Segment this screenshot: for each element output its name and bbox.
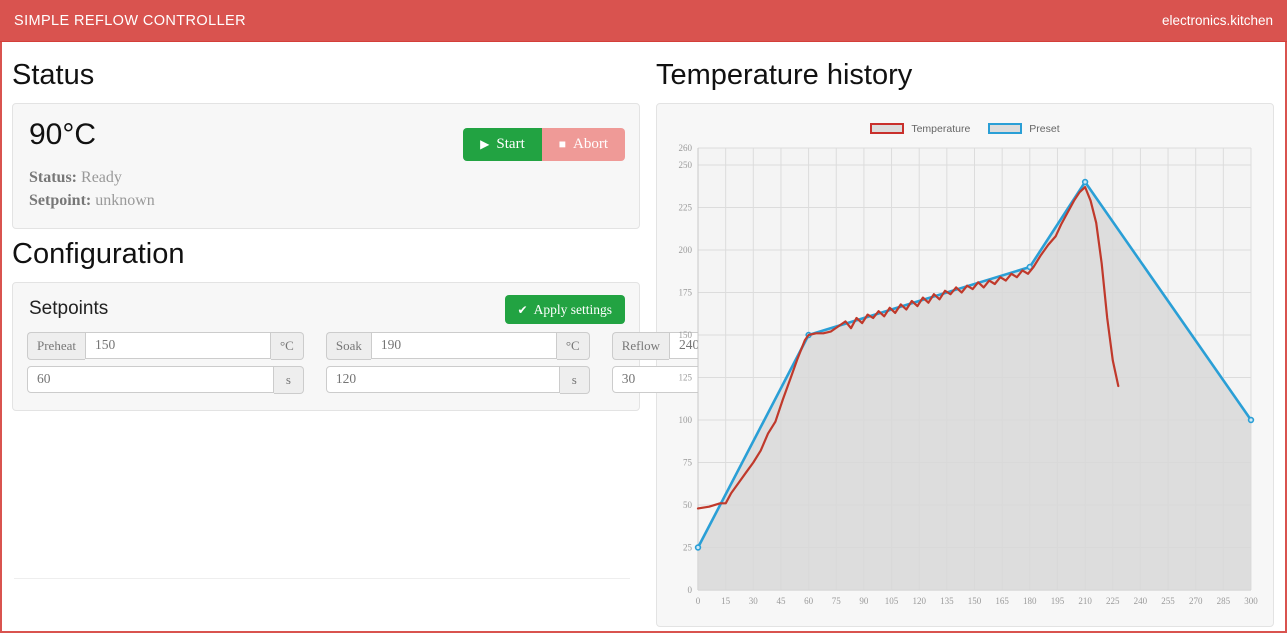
soak-time-input[interactable] xyxy=(325,365,560,393)
status-label: Status: xyxy=(29,168,78,186)
preheat-temp-group: Preheat °C xyxy=(27,331,304,360)
navbar-site-name[interactable]: electronics.kitchen xyxy=(1162,13,1273,28)
status-panel: 90°C Status: Ready Setpoint: unknown ▶ S… xyxy=(12,102,640,229)
check-icon: ✔ xyxy=(517,302,528,317)
chart-canvas-wrapper[interactable]: 0 25 50 75 100 125 150 175 200 225 250 260 0 15 30 45 60… xyxy=(665,140,1265,620)
configuration-heading: Configuration xyxy=(12,237,185,270)
y-axis-tick-label: 25 xyxy=(683,542,693,552)
right-column: Temperature history Temperature Preset 0… xyxy=(652,42,1286,631)
y-axis-tick-label: 0 xyxy=(688,585,693,595)
stop-icon: ■ xyxy=(558,137,566,152)
x-axis-tick-label: 0 xyxy=(696,596,701,606)
soak-label: Soak xyxy=(325,331,371,360)
status-line: Status: Ready xyxy=(29,166,625,189)
y-axis-tick-label: 125 xyxy=(679,372,693,382)
setpoint-value: unknown xyxy=(95,192,155,210)
legend-swatch-temperature xyxy=(870,123,905,135)
left-column: Status 90°C Status: Ready Setpoint: unkn… xyxy=(2,42,888,631)
chart-heading: Temperature history xyxy=(656,59,913,91)
series-point-preset xyxy=(1081,178,1089,186)
y-axis-tick-label: 75 xyxy=(683,457,693,467)
setpoint-group-soak: Soak °C s xyxy=(325,331,590,394)
chart-legend: Temperature Preset xyxy=(665,118,1265,140)
y-axis-tick-label: 250 xyxy=(679,160,693,170)
abort-button[interactable]: ■ Abort xyxy=(541,127,625,161)
x-axis-tick-label: 285 xyxy=(1217,596,1231,606)
configuration-panel: Setpoints ✔ Apply settings Preheat °C s xyxy=(12,281,888,411)
soak-time-group: s xyxy=(325,365,590,394)
legend-item-preset[interactable]: Preset xyxy=(988,122,1060,135)
y-axis-tick-label: 175 xyxy=(679,287,693,297)
series-point-preset xyxy=(1247,416,1255,424)
abort-button-label: Abort xyxy=(573,135,608,152)
x-axis-tick-label: 270 xyxy=(1189,596,1203,606)
x-axis-tick-label: 225 xyxy=(1106,596,1120,606)
chart-panel: Temperature Preset 0 25 50 75 100 125 150 175 20… xyxy=(656,102,1274,627)
preheat-label: Preheat xyxy=(27,331,85,360)
x-axis-tick-label: 90 xyxy=(859,596,869,606)
x-axis-tick-label: 45 xyxy=(776,596,786,606)
temperature-history-chart[interactable]: 0 25 50 75 100 125 150 175 200 225 250 260 0 15 30 45 60… xyxy=(665,140,1265,620)
y-axis-tick-label: 50 xyxy=(683,500,693,510)
legend-swatch-preset xyxy=(988,123,1023,135)
legend-label-temperature: Temperature xyxy=(911,122,971,135)
apply-settings-label: Apply settings xyxy=(533,301,612,317)
setpoint-line: Setpoint: unknown xyxy=(29,189,625,212)
y-axis-tick-label: 200 xyxy=(679,245,693,255)
legend-item-temperature[interactable]: Temperature xyxy=(870,123,970,135)
y-axis-tick-label: 225 xyxy=(679,202,693,212)
page-frame: Status 90°C Status: Ready Setpoint: unkn… xyxy=(0,42,1287,633)
navbar: SIMPLE REFLOW CONTROLLER electronics.kit… xyxy=(0,0,1287,42)
x-axis-tick-label: 75 xyxy=(832,596,842,606)
start-button-label: Start xyxy=(496,135,525,152)
x-axis-tick-label: 165 xyxy=(995,596,1009,606)
x-axis-tick-label: 300 xyxy=(1244,596,1258,606)
x-axis-tick-label: 180 xyxy=(1023,596,1037,606)
preheat-temp-unit: °C xyxy=(270,331,304,360)
soak-time-unit: s xyxy=(559,365,590,394)
y-axis-tick-label: 260 xyxy=(679,143,693,153)
play-icon: ▶ xyxy=(480,137,490,152)
x-axis-tick-label: 30 xyxy=(749,596,759,606)
preheat-time-group: s xyxy=(27,365,304,394)
x-axis-tick-label: 60 xyxy=(804,596,814,606)
x-axis-tick-label: 255 xyxy=(1161,596,1175,606)
soak-temp-unit: °C xyxy=(556,331,590,360)
x-axis-tick-label: 105 xyxy=(885,596,899,606)
status-button-group: ▶ Start ■ Abort xyxy=(463,127,625,161)
x-axis-tick-label: 15 xyxy=(721,596,731,606)
preheat-temp-input[interactable] xyxy=(84,331,271,359)
setpoint-group-preheat: Preheat °C s xyxy=(27,331,304,394)
preheat-time-unit: s xyxy=(273,365,304,394)
x-axis-tick-label: 150 xyxy=(968,596,982,606)
x-axis-tick-label: 210 xyxy=(1078,596,1092,606)
x-axis-tick-label: 135 xyxy=(940,596,954,606)
status-value: Ready xyxy=(81,168,122,186)
x-axis-tick-label: 195 xyxy=(1051,596,1065,606)
setpoint-label: Setpoint: xyxy=(29,192,92,210)
navbar-brand[interactable]: SIMPLE REFLOW CONTROLLER xyxy=(14,13,246,29)
apply-settings-button[interactable]: ✔ Apply settings xyxy=(504,294,625,325)
x-axis-tick-label: 120 xyxy=(912,596,926,606)
reflow-label: Reflow xyxy=(611,331,670,360)
status-heading: Status xyxy=(12,59,95,91)
preheat-time-input[interactable] xyxy=(27,365,274,393)
soak-temp-input[interactable] xyxy=(370,331,557,359)
setpoints-row: Preheat °C s Soak °C xyxy=(27,331,888,394)
series-point-preset xyxy=(694,544,702,551)
soak-temp-group: Soak °C xyxy=(325,331,590,360)
legend-label-preset: Preset xyxy=(1029,122,1060,135)
y-axis-tick-label: 150 xyxy=(679,330,693,340)
x-axis-tick-label: 240 xyxy=(1134,596,1148,606)
content-divider xyxy=(14,577,630,579)
start-button[interactable]: ▶ Start xyxy=(463,127,542,161)
y-axis-tick-label: 100 xyxy=(679,415,693,425)
